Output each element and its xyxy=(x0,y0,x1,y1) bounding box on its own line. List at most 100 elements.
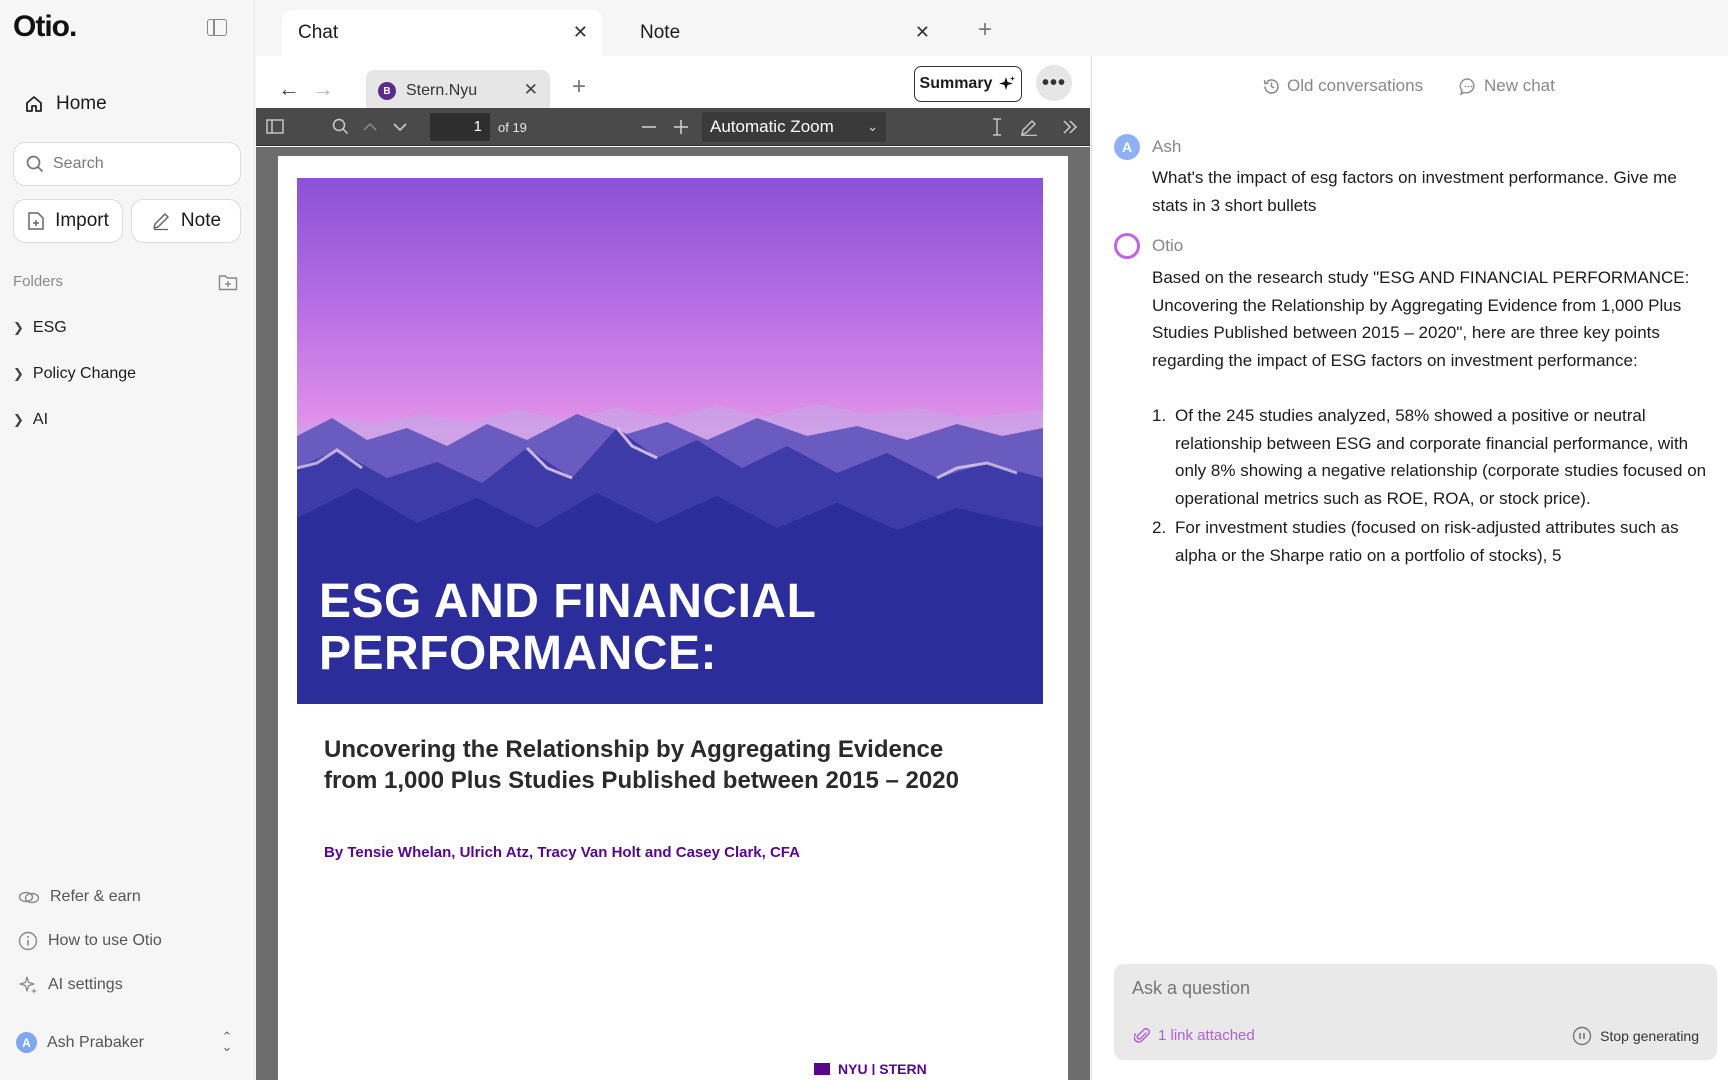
link-attached-indicator[interactable]: 1 link attached xyxy=(1134,1026,1255,1044)
folder-item-policy-change[interactable]: ❯ Policy Change xyxy=(13,365,136,383)
publisher-logo-text: NYU | STERN xyxy=(838,1063,927,1075)
document-byline: By Tensie Whelan, Ulrich Atz, Tracy Van … xyxy=(324,844,800,861)
add-folder-icon[interactable] xyxy=(218,274,238,291)
pause-icon xyxy=(1572,1026,1592,1046)
new-chat-button[interactable]: New chat xyxy=(1459,76,1555,96)
close-icon[interactable]: ✕ xyxy=(573,22,588,43)
add-document-tab-icon[interactable]: + xyxy=(572,73,586,101)
user-name: Ash Prabaker xyxy=(47,1033,144,1051)
page-total: of 19 xyxy=(498,120,527,135)
stop-generating-label: Stop generating xyxy=(1600,1028,1699,1044)
back-arrow-icon[interactable]: ← xyxy=(278,76,300,102)
forward-arrow-icon[interactable]: → xyxy=(312,76,334,102)
list-number: 1. xyxy=(1152,406,1167,425)
summary-label: Summary xyxy=(919,75,993,92)
chevron-right-icon: ❯ xyxy=(13,412,24,427)
page-number-input[interactable]: 1 xyxy=(430,113,490,141)
stop-generating-button[interactable]: Stop generating xyxy=(1572,1026,1699,1046)
zoom-in-icon[interactable] xyxy=(674,120,688,134)
close-icon[interactable]: ✕ xyxy=(915,22,930,43)
link-attached-label: 1 link attached xyxy=(1158,1026,1255,1044)
zoom-out-icon[interactable] xyxy=(642,126,656,128)
list-item: 1. Of the 245 studies analyzed, 58% show… xyxy=(1152,402,1712,512)
cover-title-line: ESG AND FINANCIAL xyxy=(319,575,817,628)
tab-note[interactable]: Note ✕ xyxy=(624,10,944,56)
avatar: A xyxy=(1114,134,1140,160)
home-icon xyxy=(26,96,42,112)
previous-page-icon[interactable] xyxy=(362,122,378,132)
publisher-logo: NYU | STERN xyxy=(814,1061,934,1075)
paperclip-icon xyxy=(1134,1028,1150,1043)
list-text: Of the 245 studies analyzed, 58% showed … xyxy=(1175,406,1707,508)
folder-label: Policy Change xyxy=(32,365,137,382)
sparkle-icon xyxy=(19,976,37,994)
otio-avatar-icon xyxy=(1114,233,1140,259)
more-options-button[interactable]: ••• xyxy=(1036,65,1072,101)
sidebar-toggle-icon[interactable] xyxy=(207,19,227,36)
summary-button[interactable]: Summary xyxy=(914,66,1022,102)
document-viewer: ← → B Stern.Nyu ✕ + Summary ••• 1 of 19 … xyxy=(256,56,1090,1080)
cover-title: ESG AND FINANCIAL PERFORMANCE: xyxy=(319,576,816,680)
history-icon xyxy=(1263,78,1279,94)
document-tab-label: Stern.Nyu xyxy=(406,82,478,99)
add-tab-icon[interactable]: + xyxy=(978,16,992,44)
zoom-label: Automatic Zoom xyxy=(710,117,834,136)
import-button[interactable]: Import xyxy=(13,199,123,243)
search-icon[interactable] xyxy=(332,118,349,135)
tab-chat[interactable]: Chat ✕ xyxy=(282,10,602,56)
folder-item-esg[interactable]: ❯ ESG xyxy=(13,319,67,337)
document-tab[interactable]: B Stern.Nyu ✕ xyxy=(366,70,550,112)
draw-icon[interactable] xyxy=(1020,118,1038,136)
folder-label: ESG xyxy=(32,319,67,336)
refer-earn-link[interactable]: Refer & earn xyxy=(18,888,141,906)
folder-label: AI xyxy=(32,411,49,428)
tab-label: Note xyxy=(640,22,681,43)
sparkle-icon xyxy=(999,76,1016,90)
list-number: 2. xyxy=(1152,518,1167,537)
next-page-icon[interactable] xyxy=(392,122,408,132)
author-name: Otio xyxy=(1152,236,1184,255)
nyu-torch-icon xyxy=(814,1063,830,1075)
search-placeholder: Search xyxy=(53,155,104,172)
user-menu[interactable]: A Ash Prabaker xyxy=(16,1032,144,1053)
import-label: Import xyxy=(55,210,109,231)
search-input[interactable]: Search xyxy=(13,142,241,186)
pdf-canvas[interactable]: ESG AND FINANCIAL PERFORMANCE: Uncoverin… xyxy=(256,147,1090,1080)
old-conversations-button[interactable]: Old conversations xyxy=(1262,76,1423,96)
message-author: A Ash xyxy=(1114,134,1181,160)
file-plus-icon xyxy=(28,212,44,230)
zoom-select[interactable]: Automatic Zoom ⌄ xyxy=(702,112,886,142)
close-icon[interactable]: ✕ xyxy=(524,80,538,100)
author-name: Ash xyxy=(1152,137,1182,156)
text-cursor-icon[interactable] xyxy=(992,118,1002,136)
sidebar: Otio. Home Search Import Note Folders ❯ … xyxy=(0,0,255,1080)
user-message-text: What's the impact of esg factors on inve… xyxy=(1152,168,1677,215)
list-item: 2. For investment studies (focused on ri… xyxy=(1152,514,1712,569)
ai-message-list: 1. Of the 245 studies analyzed, 58% show… xyxy=(1152,402,1712,569)
search-icon xyxy=(26,155,44,173)
ai-settings-label: AI settings xyxy=(48,976,123,993)
app-logo[interactable]: Otio. xyxy=(13,10,77,44)
folder-item-ai[interactable]: ❯ AI xyxy=(13,411,48,429)
chevron-updown-icon[interactable]: ⌃ ⌄ xyxy=(220,1030,234,1053)
pencil-icon xyxy=(153,213,169,231)
ai-settings-link[interactable]: AI settings xyxy=(18,975,123,995)
chat-panel: Old conversations New chat A Ash What's … xyxy=(1091,56,1728,1080)
note-label: Note xyxy=(180,210,222,231)
how-to-use-link[interactable]: How to use Otio xyxy=(18,931,162,951)
ai-message-intro: Based on the research study "ESG AND FIN… xyxy=(1152,268,1690,370)
tools-menu-icon[interactable] xyxy=(1062,120,1078,134)
list-text: For investment studies (focused on risk-… xyxy=(1175,518,1679,565)
question-input[interactable] xyxy=(1132,978,1672,999)
sidebar-item-home[interactable]: Home xyxy=(24,93,107,115)
note-button[interactable]: Note xyxy=(131,199,241,243)
cover-title-line: PERFORMANCE: xyxy=(319,627,717,680)
site-favicon-icon: B xyxy=(378,82,396,100)
sidebar-toggle-icon[interactable] xyxy=(266,119,284,134)
refer-earn-label: Refer & earn xyxy=(50,888,141,905)
info-icon xyxy=(18,931,38,951)
chevron-down-icon: ⌄ xyxy=(867,119,878,134)
message-author: Otio xyxy=(1114,233,1183,259)
tab-label: Chat xyxy=(298,22,339,43)
chevron-right-icon: ❯ xyxy=(13,320,24,335)
